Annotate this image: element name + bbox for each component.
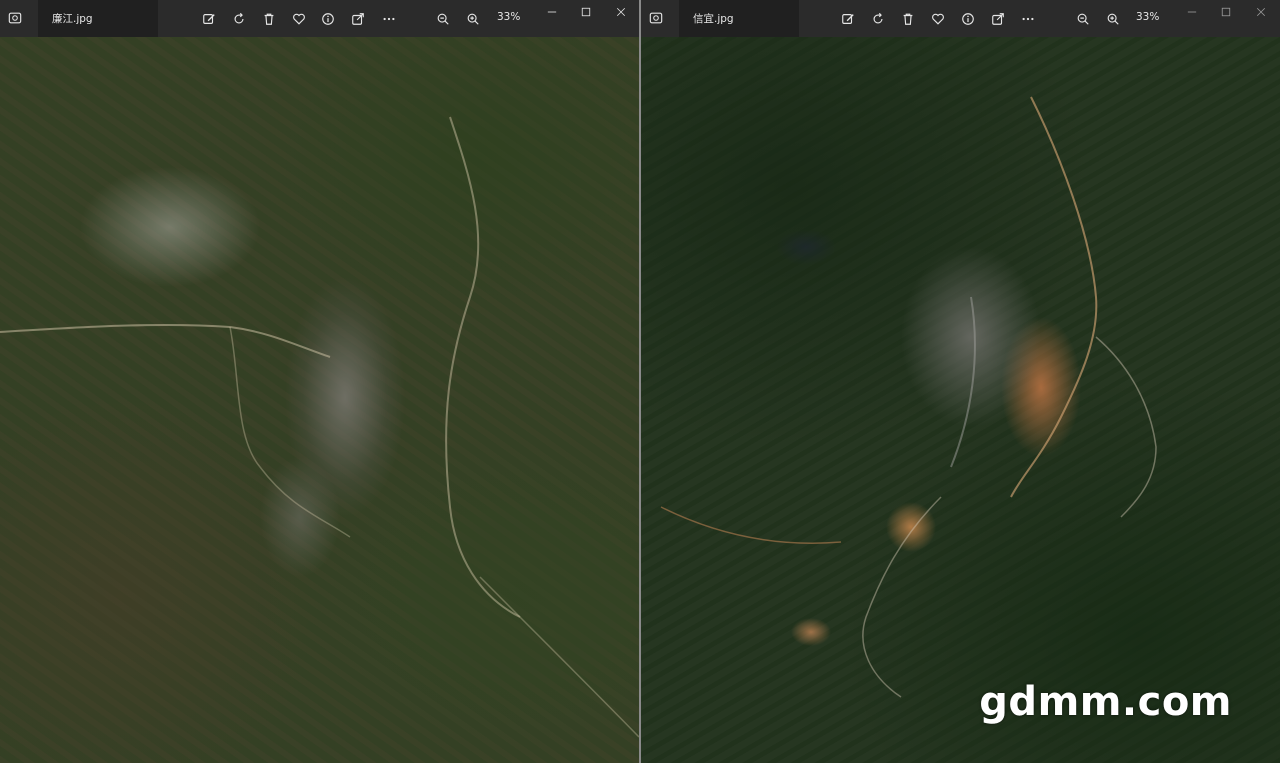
share-icon — [352, 13, 364, 25]
minimize-button[interactable] — [542, 3, 562, 21]
rotate-button[interactable] — [868, 9, 888, 29]
info-icon — [962, 13, 974, 25]
edit-button[interactable] — [199, 9, 219, 29]
more-icon — [1022, 17, 1034, 21]
maximize-button[interactable] — [576, 3, 596, 21]
zoom-in-button[interactable] — [463, 9, 483, 29]
delete-button[interactable] — [259, 9, 279, 29]
close-icon — [1256, 7, 1266, 17]
maximize-button[interactable] — [1216, 3, 1236, 21]
favorite-icon — [293, 13, 305, 25]
rotate-button[interactable] — [229, 9, 249, 29]
road-overlay — [660, 96, 1157, 698]
photo-viewer-window-right: 信宜.jpg 33% gdmm.com — [641, 0, 1280, 763]
info-button[interactable] — [958, 9, 978, 29]
info-button[interactable] — [318, 9, 338, 29]
more-button[interactable] — [379, 9, 399, 29]
delete-icon — [264, 13, 274, 25]
zoom-level[interactable]: 33% — [497, 11, 520, 23]
maximize-icon — [581, 7, 591, 17]
title-bar[interactable]: 廉江.jpg 33% — [0, 0, 639, 37]
title-bar[interactable]: 信宜.jpg 33% — [641, 0, 1280, 37]
file-tab[interactable]: 廉江.jpg — [38, 0, 158, 37]
zoom-out-icon — [1077, 13, 1089, 25]
close-button[interactable] — [611, 3, 631, 21]
file-name: 信宜.jpg — [693, 13, 734, 25]
minimize-icon — [547, 11, 557, 13]
zoom-out-button[interactable] — [433, 9, 453, 29]
share-button[interactable] — [988, 9, 1008, 29]
image-canvas[interactable]: gdmm.com — [641, 37, 1280, 763]
close-icon — [616, 7, 626, 17]
rotate-icon — [873, 12, 883, 24]
minimize-button[interactable] — [1182, 3, 1202, 21]
photos-app-icon — [6, 10, 24, 26]
zoom-in-button[interactable] — [1103, 9, 1123, 29]
zoom-out-icon — [437, 13, 449, 25]
minimize-icon — [1187, 11, 1197, 13]
favorite-button[interactable] — [289, 9, 309, 29]
road-overlay — [0, 116, 639, 738]
delete-button[interactable] — [898, 9, 918, 29]
edit-icon — [203, 14, 215, 24]
share-button[interactable] — [348, 9, 368, 29]
maximize-icon — [1221, 7, 1231, 17]
file-tab[interactable]: 信宜.jpg — [679, 0, 799, 37]
zoom-out-button[interactable] — [1073, 9, 1093, 29]
watermark: gdmm.com — [979, 679, 1232, 725]
more-icon — [383, 17, 395, 21]
edit-icon — [842, 14, 854, 24]
photos-app-icon — [647, 10, 665, 26]
file-name: 廉江.jpg — [52, 13, 93, 25]
photo-viewer-window-left: 廉江.jpg 33% — [0, 0, 639, 763]
favorite-icon — [932, 13, 944, 25]
delete-icon — [903, 13, 913, 25]
favorite-button[interactable] — [928, 9, 948, 29]
rotate-icon — [234, 12, 244, 24]
share-icon — [992, 13, 1004, 25]
zoom-level[interactable]: 33% — [1136, 11, 1159, 23]
edit-button[interactable] — [838, 9, 858, 29]
zoom-in-icon — [467, 13, 479, 25]
image-canvas[interactable] — [0, 37, 639, 763]
info-icon — [322, 13, 334, 25]
zoom-in-icon — [1107, 13, 1119, 25]
more-button[interactable] — [1018, 9, 1038, 29]
close-button[interactable] — [1251, 3, 1271, 21]
